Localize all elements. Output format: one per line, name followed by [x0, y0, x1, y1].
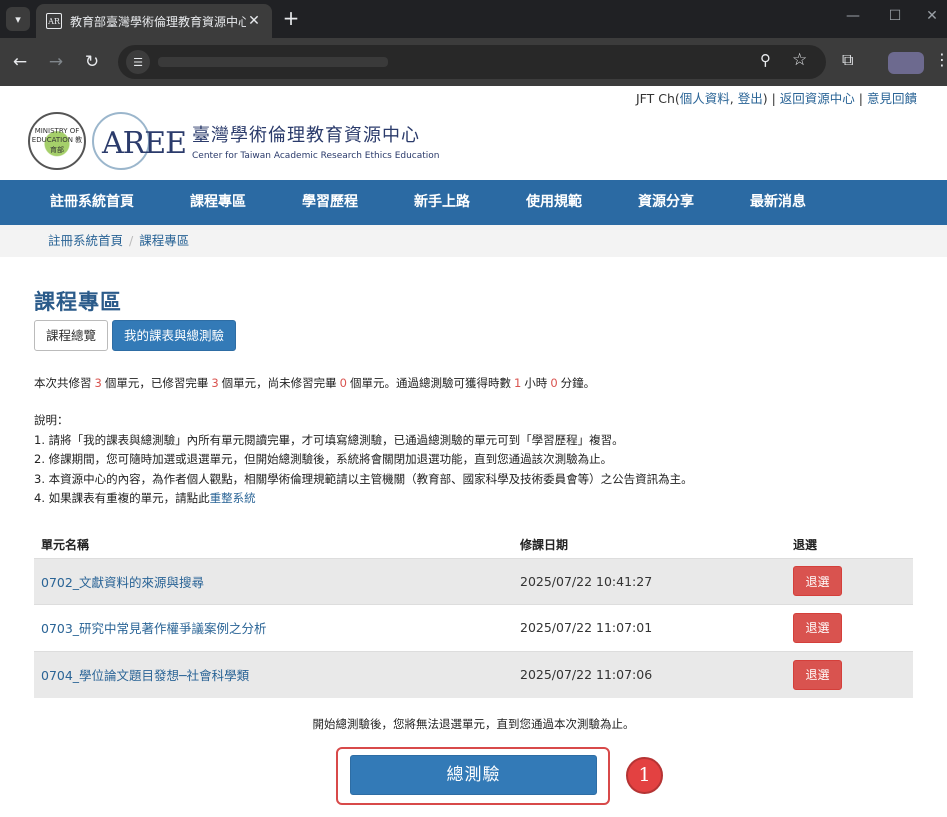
- summary-total-units: 3: [94, 376, 102, 390]
- logo-title-en: Center for Taiwan Academic Research Ethi…: [192, 151, 440, 161]
- site-logo[interactable]: MINISTRY OF EDUCATION 教育部 AREE 臺灣學術倫理教育資…: [28, 112, 440, 170]
- address-bar[interactable]: ☰ ⚲ ☆: [118, 45, 826, 79]
- course-summary: 本次共修習 3 個單元，已修習完畢 3 個單元，尚未修習完畢 0 個單元。通過總測驗可獲得時…: [34, 375, 595, 391]
- instructions-heading: 說明：: [34, 413, 69, 427]
- breadcrumb-home[interactable]: 註冊系統首頁: [48, 233, 123, 248]
- nav-usage-rules[interactable]: 使用規範: [508, 180, 600, 225]
- tab-course-overview[interactable]: 課程總覽: [34, 320, 109, 351]
- forward-arrow-icon[interactable]: →: [44, 50, 68, 74]
- minimize-icon[interactable]: —: [843, 8, 863, 24]
- nav-latest-news[interactable]: 最新消息: [732, 180, 824, 225]
- annotation-step-badge: 1: [626, 757, 663, 794]
- final-exam-button[interactable]: 總測驗: [350, 755, 597, 795]
- browser-tab-active[interactable]: AR 教育部臺灣學術倫理教育資源中心 ✕: [36, 4, 272, 38]
- browser-tabbar: ▾ AR 教育部臺灣學術倫理教育資源中心 ✕ + — ☐ ✕: [0, 0, 947, 38]
- table-row: 0704_學位論文題目發想─社會科學類 2025/07/22 11:07:06 …: [34, 650, 913, 698]
- page-title: 課程專區: [34, 290, 122, 314]
- extensions-puzzle-icon[interactable]: ⧉: [842, 50, 853, 70]
- drop-unit-button[interactable]: 退選: [793, 566, 842, 597]
- summary-text: 分鐘。: [560, 376, 596, 390]
- table-header-row: 單元名稱 修課日期 退選: [34, 532, 913, 559]
- summary-minutes: 0: [550, 376, 558, 390]
- drop-unit-button[interactable]: 退選: [793, 612, 842, 643]
- nav-getting-started[interactable]: 新手上路: [396, 180, 488, 225]
- maximize-icon[interactable]: ☐: [885, 8, 905, 24]
- unit-link[interactable]: 0703_研究中常見著作權爭議案例之分析: [41, 621, 267, 636]
- address-url-redacted[interactable]: [158, 57, 388, 67]
- reset-system-link[interactable]: 重整系統: [210, 491, 256, 505]
- nav-courses[interactable]: 課程專區: [172, 180, 264, 225]
- tab-my-schedule-and-exam[interactable]: 我的課表與總測驗: [112, 320, 237, 351]
- summary-text: 小時: [524, 376, 548, 390]
- profile-avatar[interactable]: [888, 52, 924, 74]
- nav-registration-home[interactable]: 註冊系統首頁: [32, 180, 152, 225]
- back-arrow-icon[interactable]: ←: [8, 50, 32, 74]
- instruction-line-4-text: 4. 如果課表有重複的單元，請點此: [34, 491, 210, 505]
- tab-search-chevron-down-icon[interactable]: ▾: [6, 7, 30, 31]
- breadcrumb-current[interactable]: 課程專區: [139, 233, 189, 248]
- breadcrumb: 註冊系統首頁 / 課程專區: [0, 225, 947, 257]
- summary-text: 本次共修習: [34, 376, 92, 390]
- tab-close-icon[interactable]: ✕: [246, 13, 262, 29]
- favicon-icon: AR: [46, 13, 62, 29]
- tab-title: 教育部臺灣學術倫理教育資源中心: [70, 14, 246, 29]
- summary-text: 個單元，已修習完畢: [104, 376, 209, 390]
- instruction-line-3: 3. 本資源中心的內容，為作者個人觀點，相關學術倫理規範請以主管機關（教育部、國…: [34, 471, 693, 486]
- course-table: 單元名稱 修課日期 退選 0702_文獻資料的來源與搜尋 2025/07/22 …: [34, 532, 913, 698]
- reload-icon[interactable]: ↻: [80, 50, 104, 74]
- logo-title-zh: 臺灣學術倫理教育資源中心: [192, 125, 420, 146]
- header-drop: 退選: [786, 532, 913, 559]
- logout-link[interactable]: 登出: [738, 91, 763, 106]
- drop-unit-button[interactable]: 退選: [793, 659, 842, 690]
- userbar-sep: |: [854, 91, 867, 106]
- breadcrumb-separator: /: [129, 233, 134, 248]
- summary-completed-units: 3: [211, 376, 219, 390]
- header-unit-name: 單元名稱: [34, 532, 513, 559]
- new-tab-plus-icon[interactable]: +: [280, 8, 302, 30]
- unit-date: 2025/07/22 11:07:01: [513, 604, 786, 651]
- user-name: JFT Ch(: [635, 91, 680, 106]
- course-tabs: 課程總覽 我的課表與總測驗: [34, 320, 240, 351]
- window-close-icon[interactable]: ✕: [922, 8, 942, 24]
- zoom-magnifier-icon[interactable]: ⚲: [760, 51, 771, 69]
- userbar-comma: ,: [729, 91, 738, 106]
- summary-text: 個單元，尚未修習完畢: [221, 376, 337, 390]
- user-bar: JFT Ch(個人資料, 登出) | 返回資源中心 | 意見回饋: [636, 88, 917, 107]
- table-row: 0703_研究中常見著作權爭議案例之分析 2025/07/22 11:07:01…: [34, 604, 913, 651]
- unit-link[interactable]: 0704_學位論文題目發想─社會科學類: [41, 668, 249, 683]
- instruction-line-1: 1. 請將「我的課表與總測驗」內所有單元閱讀完畢，才可填寫總測驗，已通過總測驗的…: [34, 432, 624, 447]
- feedback-link[interactable]: 意見回饋: [867, 91, 917, 106]
- nav-resource-sharing[interactable]: 資源分享: [620, 180, 712, 225]
- unit-date: 2025/07/22 10:41:27: [513, 557, 786, 605]
- back-to-center-link[interactable]: 返回資源中心: [780, 91, 855, 106]
- browser-menu-icon[interactable]: ⋮: [934, 50, 947, 69]
- header-course-date: 修課日期: [513, 532, 786, 559]
- profile-link[interactable]: 個人資料: [680, 91, 730, 106]
- userbar-sep: |: [767, 91, 780, 106]
- aree-logo-mark: AREE: [92, 112, 188, 170]
- summary-hours: 1: [513, 376, 522, 390]
- summary-incomplete-units: 0: [339, 376, 347, 390]
- logo-mark-text: AREE: [102, 126, 187, 161]
- browser-toolbar: ← → ↻ ☰ ⚲ ☆ ⧉ ⋮: [0, 38, 947, 86]
- logo-text: 臺灣學術倫理教育資源中心 Center for Taiwan Academic …: [192, 121, 440, 161]
- instruction-line-4: 4. 如果課表有重複的單元，請點此重整系統: [34, 489, 693, 509]
- exam-warning: 開始總測驗後，您將無法退選單元，直到您通過本次測驗為止。: [312, 717, 635, 731]
- ministry-of-education-seal: MINISTRY OF EDUCATION 教育部: [28, 112, 86, 170]
- unit-link[interactable]: 0702_文獻資料的來源與搜尋: [41, 575, 204, 590]
- instructions: 說明： 1. 請將「我的課表與總測驗」內所有單元閱讀完畢，才可填寫總測驗，已通過…: [34, 411, 693, 509]
- instruction-line-2: 2. 修課期間，您可隨時加選或退選單元，但開始總測驗後，系統將會關閉加退選功能，…: [34, 452, 613, 466]
- main-nav: 註冊系統首頁 課程專區 學習歷程 新手上路 使用規範 資源分享 最新消息: [0, 180, 947, 225]
- nav-learning-history[interactable]: 學習歷程: [284, 180, 376, 225]
- site-info-icon[interactable]: ☰: [126, 50, 150, 74]
- bookmark-star-icon[interactable]: ☆: [792, 50, 807, 70]
- summary-text: 個單元。通過總測驗可獲得時數: [349, 376, 511, 390]
- table-row: 0702_文獻資料的來源與搜尋 2025/07/22 10:41:27 退選: [34, 557, 913, 605]
- unit-date: 2025/07/22 11:07:06: [513, 650, 786, 698]
